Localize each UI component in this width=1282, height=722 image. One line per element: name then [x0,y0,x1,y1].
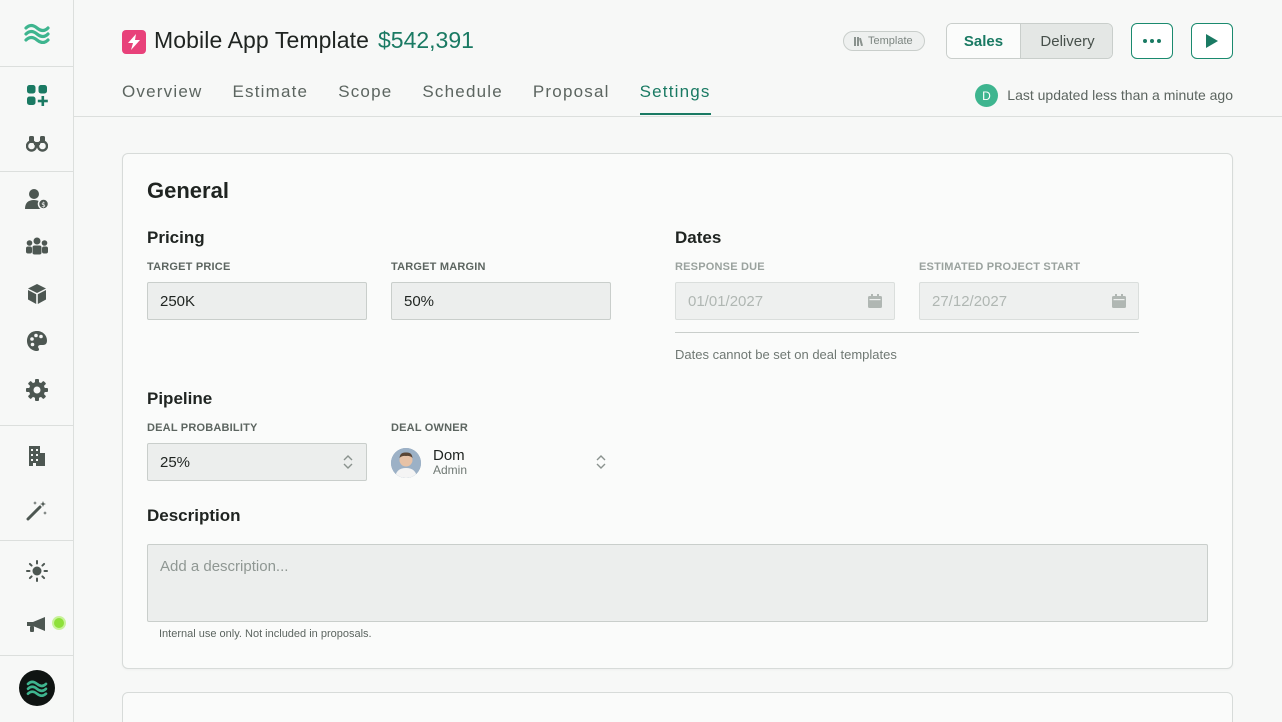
target-price-field[interactable]: 250K [147,282,367,320]
calendar-icon [1112,294,1126,308]
dashboard-add-icon [27,85,48,106]
sidebar-divider [0,425,73,426]
deal-probability-select[interactable]: 25% [147,443,367,481]
tab-proposal[interactable]: Proposal [533,82,610,115]
magic-wand-icon [26,501,47,521]
sidebar-item-clients[interactable]: $ [24,186,50,212]
project-start-label: ESTIMATED PROJECT START [919,261,1081,273]
owner-name: Dom [433,447,465,464]
last-updated-text: Last updated less than a minute ago [1007,87,1233,103]
more-dot [1157,39,1161,43]
deal-probability-label: DEAL PROBABILITY [147,422,258,434]
tab-bar: Overview Estimate Scope Schedule Proposa… [122,82,741,115]
dates-note: Dates cannot be set on deal templates [675,347,897,362]
user-dollar-icon: $ [25,189,49,210]
binoculars-icon [26,136,48,152]
svg-text:$: $ [41,201,45,209]
sidebar-item-dashboard[interactable] [24,82,50,108]
sidebar-item-branding[interactable] [24,328,50,354]
sidebar-item-team[interactable] [24,233,50,259]
sidebar-divider [0,540,73,541]
target-price-label: TARGET PRICE [147,261,231,273]
gear-icon [26,379,48,401]
description-textarea[interactable]: Add a description... [147,544,1208,622]
more-dot [1143,39,1147,43]
target-margin-value: 50% [404,292,435,310]
pipeline-heading: Pipeline [147,389,213,408]
deal-price: $542,391 [378,27,474,53]
owner-avatar [391,448,421,478]
target-margin-field[interactable]: 50% [391,282,611,320]
chevron-updown-icon [343,455,353,469]
response-due-field: 01/01/2027 [675,282,895,320]
calendar-icon [868,294,882,308]
description-heading: Description [147,506,241,525]
general-card: General Pricing TARGET PRICE 250K TARGET… [122,153,1233,669]
more-options-button[interactable] [1131,23,1173,59]
project-start-field: 27/12/2027 [919,282,1139,320]
user-avatar[interactable]: D [975,84,998,107]
sales-delivery-toggle: Sales Delivery [946,23,1113,59]
response-due-value: 01/01/2027 [688,292,764,310]
target-price-value: 250K [160,292,196,310]
description-note: Internal use only. Not included in propo… [159,628,372,640]
sidebar-item-announcements[interactable] [24,612,50,638]
page-header: Mobile App Template $542,391 Template Sa… [74,0,1282,117]
dates-heading: Dates [675,228,722,247]
owner-role: Admin [433,463,468,477]
chevron-updown-icon [596,455,606,469]
sidebar: $ [0,0,74,722]
lightning-icon [122,30,146,54]
sidebar-item-explore[interactable] [24,130,50,156]
wave-logo-icon [23,23,50,44]
cube-icon [28,284,46,304]
description-placeholder: Add a description... [160,558,289,575]
tab-estimate[interactable]: Estimate [232,82,308,115]
template-badge: Template [843,31,925,51]
sidebar-divider [0,171,73,172]
team-icon [26,237,48,255]
palette-icon [27,331,47,351]
project-start-value: 27/12/2027 [932,292,1008,310]
section-title: General [147,178,229,203]
delivery-toggle-button[interactable]: Delivery [1020,24,1112,58]
next-card [122,692,1233,722]
tab-overview[interactable]: Overview [122,82,202,115]
more-dot [1150,39,1154,43]
sidebar-item-company[interactable] [24,443,50,469]
sidebar-item-settings[interactable] [24,377,50,403]
page-title: Mobile App Template [154,27,369,53]
tab-settings[interactable]: Settings [639,82,711,115]
deal-owner-select[interactable]: Dom Admin [391,446,611,480]
megaphone-icon [27,617,45,632]
account-avatar[interactable] [19,670,55,706]
wave-logo-icon [26,680,48,697]
tab-scope[interactable]: Scope [338,82,392,115]
target-margin-label: TARGET MARGIN [391,261,486,273]
sidebar-divider [0,655,73,656]
sidebar-item-theme[interactable] [24,558,50,584]
app-logo[interactable] [0,0,73,67]
sidebar-item-products[interactable] [24,281,50,307]
building-icon [29,446,45,466]
play-button[interactable] [1191,23,1233,59]
response-due-label: RESPONSE DUE [675,261,765,273]
sales-toggle-button[interactable]: Sales [947,24,1020,58]
notification-dot [52,616,66,630]
play-icon [1206,34,1218,48]
pricing-heading: Pricing [147,228,205,247]
books-icon [854,37,864,46]
sun-icon [26,560,48,582]
deal-probability-value: 25% [160,453,191,471]
dates-divider [675,332,1139,333]
deal-owner-label: DEAL OWNER [391,422,468,434]
sidebar-item-magic[interactable] [24,497,50,523]
template-badge-label: Template [868,35,913,47]
tab-schedule[interactable]: Schedule [422,82,503,115]
